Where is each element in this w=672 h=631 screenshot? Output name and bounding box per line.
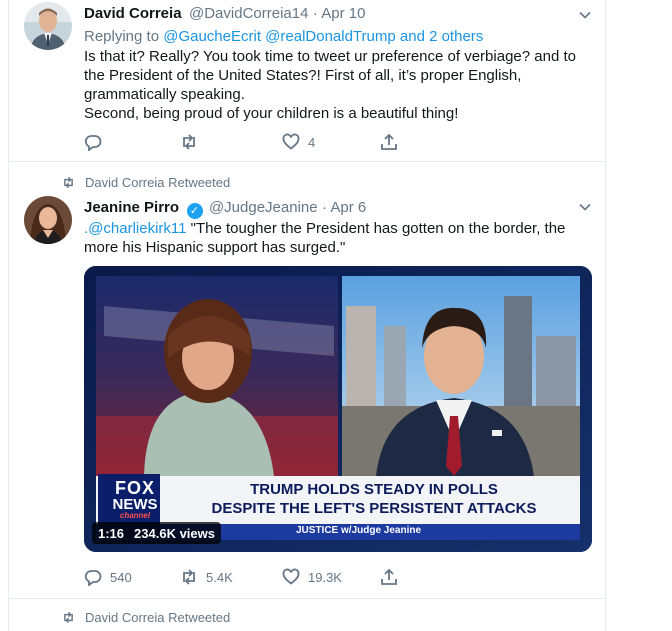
retweet-icon [183, 134, 195, 150]
reply-count: 540 [110, 569, 132, 585]
video-duration: 1:16 [98, 525, 125, 541]
avatar[interactable] [24, 196, 72, 244]
headline-line: DESPITE THE LEFT'S PERSISTENT ATTACKS [211, 500, 537, 517]
retweet-icon [64, 176, 73, 189]
tweet-divider [8, 161, 606, 162]
logo-text: NEWS [112, 496, 158, 513]
retweet-button[interactable]: 5.4K [180, 568, 233, 586]
tweet-text-line: the President of the United States?! Fir… [84, 67, 522, 84]
video-headline: TRUMP HOLDS STEADY IN POLLS DESPITE THE … [174, 480, 574, 518]
logo-text: channel [119, 511, 151, 520]
retweet-icon [64, 611, 73, 624]
display-name[interactable]: David Correia [84, 5, 182, 22]
retweet-icon [183, 569, 195, 585]
retweeted-by-label[interactable]: David Correia Retweeted [85, 175, 230, 190]
chevron-down-icon[interactable] [578, 200, 592, 214]
user-handle[interactable]: @JudgeJeanine [209, 199, 318, 216]
reply-context: Replying to @GaucheEcrit @realDonaldTrum… [84, 27, 483, 46]
avatar[interactable] [24, 2, 72, 50]
tweet-actions: 4 [84, 133, 584, 153]
heart-icon [282, 133, 300, 150]
tweet-text-line: more his Hispanic support has surged." [84, 239, 346, 256]
share-button[interactable] [380, 568, 398, 586]
tweet-date[interactable]: Apr 10 [321, 5, 365, 22]
like-count: 4 [308, 134, 316, 150]
fox-news-logo: FOX NEWS channel [106, 479, 164, 520]
video-views: 234.6K views [134, 525, 215, 541]
video-duration-badge: 1:16 234.6K views [92, 522, 221, 544]
tweet-header: Jeanine Pirro ✓ @JudgeJeanine · Apr 6 [84, 199, 366, 219]
logo-text: FOX [114, 478, 155, 498]
reply-icon [84, 570, 102, 586]
verified-badge-icon: ✓ [186, 203, 203, 219]
tweet-text-line: grammatically speaking. [84, 86, 245, 103]
share-icon [381, 133, 397, 150]
headline-line: TRUMP HOLDS STEADY IN POLLS [250, 481, 498, 498]
tweet-date[interactable]: Apr 6 [330, 199, 366, 216]
reply-button[interactable] [84, 133, 102, 151]
tweet-header: David Correia @DavidCorreia14 · Apr 10 [84, 5, 365, 23]
display-name[interactable]: Jeanine Pirro [84, 199, 179, 216]
like-button[interactable]: 19.3K [282, 568, 342, 586]
replying-to-label: Replying to [84, 28, 160, 45]
tweet-body: Is that it? Really? You took time to twe… [84, 47, 594, 123]
tweet-text-line: Is that it? Really? You took time to twe… [84, 48, 576, 65]
share-button[interactable] [380, 133, 398, 151]
tweet-text: "The tougher the President has gotten on… [186, 220, 566, 237]
retweeted-by-label[interactable]: David Correia Retweeted [85, 610, 230, 625]
reply-icon [84, 135, 102, 151]
dot-separator: · [312, 5, 322, 22]
show-title: JUSTICE w/Judge Jeanine [296, 525, 422, 536]
tweet-actions: 540 5.4K 19.3K [84, 568, 584, 588]
heart-icon [282, 568, 300, 585]
mention-link[interactable]: @GaucheEcrit [163, 28, 261, 45]
mention-link[interactable]: .@charliekirk11 [84, 220, 186, 237]
retweet-button[interactable] [180, 133, 198, 151]
retweet-context: David Correia Retweeted [62, 610, 230, 625]
reply-button[interactable]: 540 [84, 568, 132, 586]
share-icon [381, 568, 397, 585]
tweet-text-line: .@charliekirk11 "The tougher the Preside… [84, 219, 594, 238]
tweet-body: .@charliekirk11 "The tougher the Preside… [84, 219, 594, 257]
chevron-down-icon[interactable] [578, 8, 592, 22]
video-player[interactable]: FOX NEWS channel TRUMP HOLDS STEADY IN P… [84, 266, 592, 552]
tweet-divider [8, 598, 606, 599]
tweet-text-line: Second, being proud of your children is … [84, 105, 459, 122]
retweet-context: David Correia Retweeted [62, 175, 230, 190]
retweet-count: 5.4K [206, 569, 233, 585]
like-button[interactable]: 4 [282, 133, 315, 151]
user-handle[interactable]: @DavidCorreia14 [189, 5, 308, 22]
mention-link[interactable]: @realDonaldTrump [265, 28, 396, 45]
others-link[interactable]: and 2 others [400, 28, 483, 45]
like-count: 19.3K [308, 569, 342, 585]
